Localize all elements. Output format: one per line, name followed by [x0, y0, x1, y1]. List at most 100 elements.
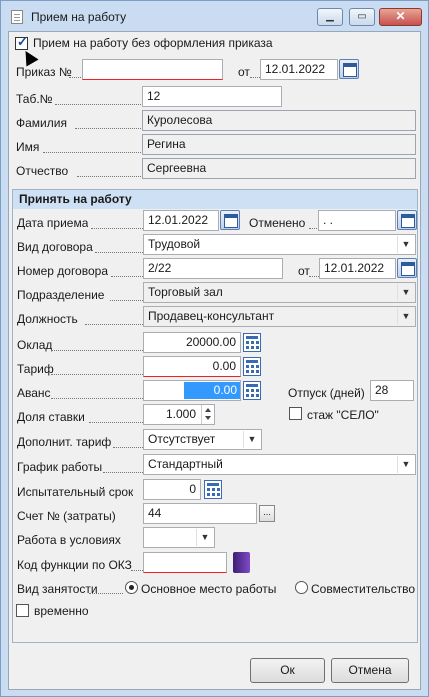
department-select[interactable]: Торговый зал ▼: [143, 282, 416, 303]
hire-group-title: Принять на работу: [13, 190, 417, 209]
calendar-icon[interactable]: [397, 210, 417, 230]
chevron-down-icon[interactable]: ▼: [397, 308, 414, 325]
leader-dots: [75, 128, 141, 129]
ok-button[interactable]: Ок: [250, 658, 325, 683]
dialog-body: ✓ Прием на работу без оформления приказа…: [8, 31, 421, 690]
salary-label: Оклад: [17, 338, 53, 352]
chevron-down-icon[interactable]: ▼: [196, 529, 213, 546]
leader-dots: [91, 228, 143, 229]
title-bar[interactable]: Прием на работу ▁ ▭ ✕: [1, 1, 428, 31]
account-label: Счет № (затраты): [17, 509, 116, 523]
contract-date-input[interactable]: 12.01.2022: [319, 258, 396, 279]
leader-dots: [110, 300, 143, 301]
position-label: Должность: [17, 312, 78, 326]
chevron-down-icon[interactable]: ▼: [397, 284, 414, 301]
rate-share-input[interactable]: 1.000: [143, 404, 215, 425]
okz-input[interactable]: [143, 552, 227, 573]
no-order-checkbox[interactable]: ✓: [15, 34, 28, 50]
leader-dots: [111, 276, 143, 277]
last-name-input[interactable]: Куролесова: [142, 110, 416, 131]
vacation-input[interactable]: 28: [370, 380, 414, 401]
schedule-select[interactable]: Стандартный ▼: [143, 454, 416, 475]
spinner-icon[interactable]: [201, 405, 214, 424]
first-name-input[interactable]: Регина: [142, 134, 416, 155]
minimize-button[interactable]: ▁: [317, 8, 343, 26]
leader-dots: [85, 324, 143, 325]
advance-label: Аванс: [17, 386, 51, 400]
part-time-radio[interactable]: [295, 581, 308, 594]
account-browse-button[interactable]: ...: [259, 505, 275, 522]
salary-input[interactable]: 20000.00: [143, 332, 241, 353]
leader-dots: [103, 472, 143, 473]
probation-input[interactable]: 0: [143, 479, 201, 500]
schedule-value: Стандартный: [148, 457, 223, 471]
leader-dots: [131, 570, 143, 571]
contract-type-label: Вид договора: [17, 240, 93, 254]
hire-date-input[interactable]: 12.01.2022: [143, 210, 219, 231]
no-order-label: Прием на работу без оформления приказа: [33, 36, 273, 50]
maximize-button[interactable]: ▭: [349, 8, 375, 26]
patronymic-input[interactable]: Сергеевна: [142, 158, 416, 179]
hire-date-label: Дата приема: [17, 216, 89, 230]
leader-dots: [250, 77, 260, 78]
chevron-down-icon[interactable]: ▼: [397, 456, 414, 473]
patronymic-label: Отчество: [16, 164, 69, 178]
order-no-input[interactable]: [82, 59, 223, 80]
contract-type-select[interactable]: Трудовой ▼: [143, 234, 416, 255]
cancelled-input[interactable]: . .: [318, 210, 396, 231]
tariff-label: Тариф: [17, 362, 54, 376]
leader-dots: [89, 593, 123, 594]
advance-input[interactable]: 0.00: [143, 380, 241, 401]
extra-tariff-label: Дополнит. тариф: [17, 435, 112, 449]
leader-dots: [309, 228, 317, 229]
contract-no-input[interactable]: 2/22: [143, 258, 283, 279]
order-date-input[interactable]: 12.01.2022: [260, 59, 338, 80]
temporary-checkbox[interactable]: [16, 604, 29, 617]
cancelled-label: Отменено: [249, 216, 306, 230]
main-job-label: Основное место работы: [141, 582, 277, 596]
contract-no-label: Номер договора: [17, 264, 108, 278]
last-name-label: Фамилия: [16, 116, 67, 130]
calendar-icon[interactable]: [397, 258, 417, 278]
tab-no-input[interactable]: 12: [142, 86, 282, 107]
position-select[interactable]: Продавец-консультант ▼: [143, 306, 416, 327]
part-time-label: Совместительство: [311, 582, 416, 596]
book-icon[interactable]: [233, 552, 250, 573]
extra-tariff-select[interactable]: Отсутствует ▼: [143, 429, 262, 450]
leader-dots: [69, 77, 81, 78]
calculator-icon[interactable]: [243, 333, 261, 352]
leader-dots: [43, 152, 141, 153]
conditions-select[interactable]: ▼: [143, 527, 215, 548]
calculator-icon[interactable]: [243, 357, 261, 376]
temporary-label: временно: [34, 604, 89, 618]
leader-dots: [51, 350, 143, 351]
close-button[interactable]: ✕: [379, 8, 422, 26]
calendar-icon[interactable]: [339, 59, 359, 79]
chevron-down-icon[interactable]: ▼: [243, 431, 260, 448]
cancel-button[interactable]: Отмена: [331, 658, 409, 683]
position-value: Продавец-консультант: [148, 309, 275, 323]
main-job-radio[interactable]: [125, 581, 138, 594]
selo-label: стаж "СЕЛО": [307, 408, 379, 422]
tab-no-label: Таб.№: [16, 92, 53, 106]
window-title: Прием на работу: [31, 10, 127, 24]
account-input[interactable]: 44: [143, 503, 257, 524]
leader-dots: [89, 422, 143, 423]
department-label: Подразделение: [17, 288, 105, 302]
vacation-label: Отпуск (дней): [288, 386, 365, 400]
mouse-cursor-icon: [19, 47, 39, 67]
rate-share-label: Доля ставки: [17, 410, 85, 424]
leader-dots: [95, 252, 143, 253]
leader-dots: [77, 176, 141, 177]
selo-checkbox[interactable]: [289, 407, 302, 420]
probation-label: Испытательный срок: [17, 485, 134, 499]
leader-dots: [51, 398, 143, 399]
calculator-icon[interactable]: [243, 381, 261, 400]
chevron-down-icon[interactable]: ▼: [397, 236, 414, 253]
schedule-label: График работы: [17, 460, 103, 474]
calendar-icon[interactable]: [220, 210, 240, 230]
tariff-input[interactable]: 0.00: [143, 356, 241, 377]
dialog-window: Прием на работу ▁ ▭ ✕ ✓ Прием на работу …: [0, 0, 429, 697]
calculator-icon[interactable]: [204, 480, 222, 499]
order-date-label: от: [238, 65, 250, 79]
